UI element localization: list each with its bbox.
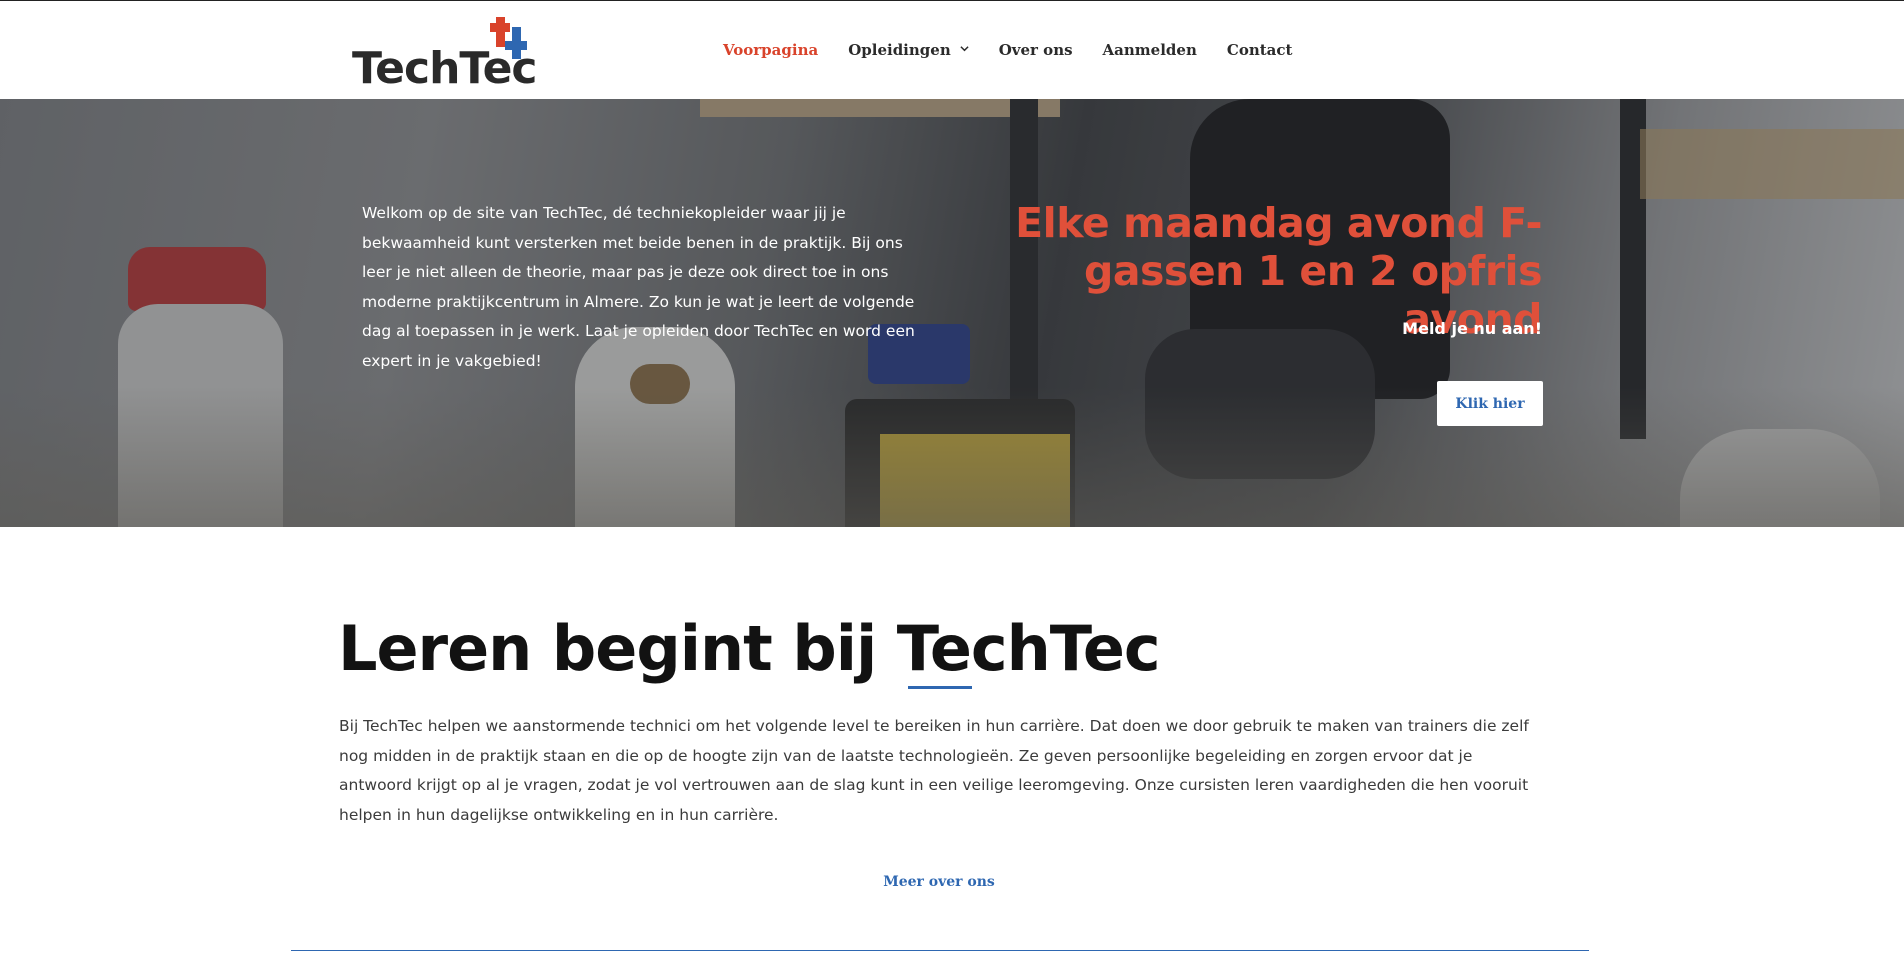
site-logo[interactable]: TechTec	[352, 17, 538, 94]
meer-over-ons-link[interactable]: Meer over ons	[0, 874, 1878, 890]
section-title: Leren begint bij TechTec	[338, 612, 1161, 685]
nav-item-aanmelden[interactable]: Aanmelden	[1103, 41, 1197, 59]
klik-hier-button[interactable]: Klik hier	[1437, 381, 1543, 426]
nav-item-opleidingen[interactable]: Opleidingen	[848, 41, 969, 59]
hero-overlay	[0, 99, 1904, 527]
promo-subtitle: Meld je nu aan!	[1402, 319, 1542, 338]
main-navigation: Voorpagina Opleidingen Over ons Aanmelde…	[723, 41, 1322, 59]
hero-intro-text: Welkom op de site van TechTec, dé techni…	[362, 204, 915, 370]
nav-label: Voorpagina	[723, 41, 819, 59]
nav-item-over-ons[interactable]: Over ons	[999, 41, 1073, 59]
nav-item-voorpagina[interactable]: Voorpagina	[723, 41, 818, 59]
nav-item-contact[interactable]: Contact	[1227, 41, 1293, 59]
title-underline-divider	[908, 686, 972, 689]
logo-plus-icon	[490, 17, 527, 59]
nav-label: Aanmelden	[1102, 41, 1197, 59]
section-body-text: Bij TechTec helpen we aanstormende techn…	[339, 717, 1529, 825]
hero-banner: Welkom op de site van TechTec, dé techni…	[0, 99, 1904, 527]
chevron-down-icon	[960, 45, 969, 51]
nav-label: Over ons	[998, 41, 1073, 59]
nav-label: Opleidingen	[848, 41, 951, 59]
section-divider	[291, 950, 1589, 951]
site-header: TechTec Voorpagina Opleidingen Over ons …	[0, 0, 1904, 99]
nav-label: Contact	[1226, 41, 1293, 59]
